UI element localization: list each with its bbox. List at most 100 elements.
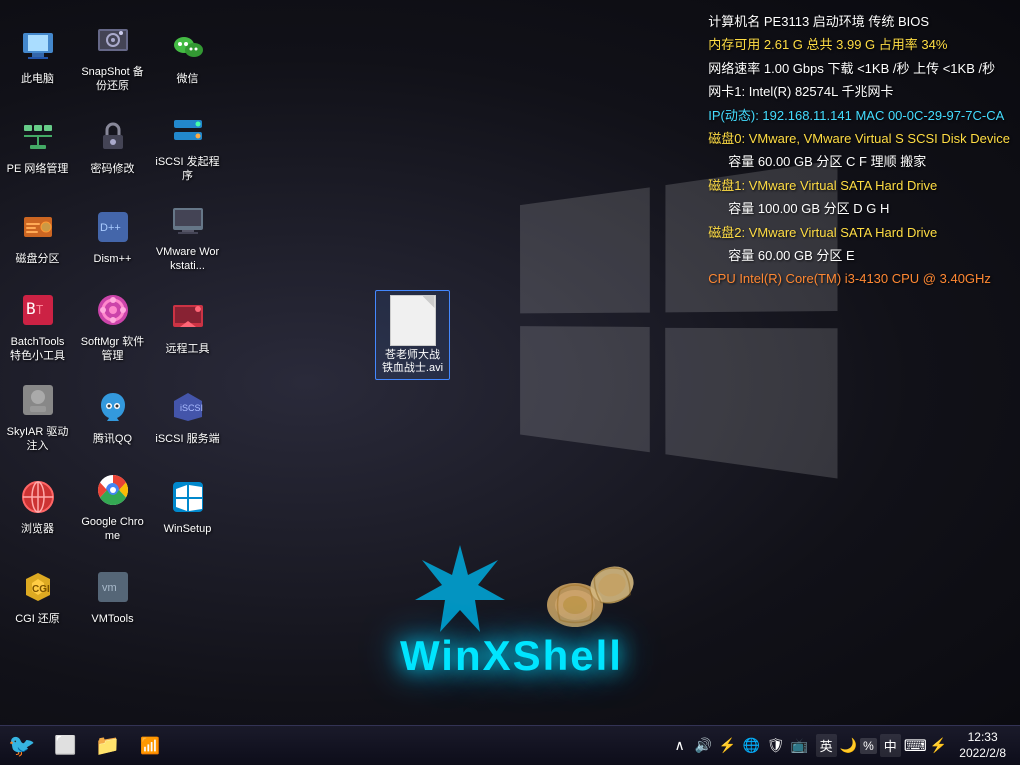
system-clock[interactable]: 12:33 2022/2/8 (953, 730, 1012, 761)
sysinfo-line5: IP(动态): 192.168.11.141 MAC 00-0C-29-97-7… (708, 104, 1010, 127)
winxshell-branding: WinXShell (400, 642, 623, 680)
svg-text:B: B (26, 299, 36, 318)
winsetup-icon-img (165, 474, 211, 520)
sysinfo-line7: 容量 60.00 GB 分区 C F 理顺 搬家 (708, 150, 1010, 173)
svg-text:iSCSI: iSCSI (180, 403, 203, 413)
iscsi-icon-label: iSCSI 发起程序 (154, 156, 221, 182)
desktop-icon-chrome[interactable]: Google Chrome (75, 460, 150, 550)
browser-icon-label: 浏览器 (21, 523, 54, 536)
wechat-icon-img (165, 24, 211, 70)
svg-text:T: T (36, 303, 43, 317)
wechat-icon-label: 微信 (177, 73, 199, 86)
desktop-icons-container: 此电脑 PE 网络管理磁盘分区 BT BatchTools 特色小工具 SkyIAR 驱… (0, 10, 240, 710)
skyiar-icon-label: SkyIAR 驱动注入 (4, 426, 71, 452)
language-bar: 英 🌙 % 中 ⌨ ⚡ (816, 734, 948, 757)
desktop-icon-qq[interactable]: 腾讯QQ (75, 370, 150, 460)
sysinfo-line12: CPU Intel(R) Core(TM) i3-4130 CPU @ 3.40… (708, 267, 1010, 290)
softmgr-icon-img (90, 287, 136, 333)
clock-time: 12:33 (968, 730, 998, 746)
power-icon[interactable]: ⚡ (718, 736, 738, 756)
iscsi2-icon-label: iSCSI 服务端 (155, 433, 219, 446)
sysinfo-line3: 网络速率 1.00 Gbps 下载 <1KB /秒 上传 <1KB /秒 (708, 57, 1010, 80)
desktop-icon-vmware[interactable]: VMware Workstati... (150, 190, 225, 280)
skyiar-icon-img (15, 377, 61, 423)
svg-text:CGI: CGI (32, 584, 50, 595)
starfish-icon (410, 540, 510, 645)
remote-icon-label: 远程工具 (166, 343, 210, 356)
keyboard-icon: ⌨ (904, 736, 927, 756)
diskpart-icon-img (15, 204, 61, 250)
taskbar-network[interactable]: 📶 (130, 726, 170, 765)
desktop-icon-pwdmod[interactable]: 密码修改 (75, 100, 150, 190)
tray-area: ∧ 🔊 ⚡ 🌐 🛡 📺 (670, 736, 810, 756)
lang-cn[interactable]: 中 (880, 734, 901, 757)
system-info-panel: 计算机名 PE3113 启动环境 传统 BIOS 内存可用 2.61 G 总共 … (708, 10, 1010, 291)
winxshell-text: WinXShell (400, 632, 623, 680)
taskbar: 🐦 ⬜ 📁 📶 ∧ 🔊 ⚡ (0, 725, 1020, 765)
winsetup-icon-label: WinSetup (164, 523, 212, 536)
lang-punctuation[interactable]: % (860, 738, 877, 754)
desktop-icon-iscsi[interactable]: iSCSI 发起程序 (150, 100, 225, 190)
sysinfo-line8: 磁盘1: VMware Virtual SATA Hard Drive (708, 174, 1010, 197)
iscsi2-icon-img: iSCSI (165, 384, 211, 430)
vmtools-icon-label: VMTools (91, 613, 133, 626)
sysinfo-line4: 网卡1: Intel(R) 82574L 千兆网卡 (708, 80, 1010, 103)
desktop-icon-snapshot[interactable]: SnapShot 备份还原 (75, 10, 150, 100)
security-icon[interactable]: 🛡 (766, 736, 786, 756)
sysinfo-line2: 内存可用 2.61 G 总共 3.99 G 占用率 34% (708, 33, 1010, 56)
desktop-icon-network[interactable]: PE 网络管理 (0, 100, 75, 190)
desktop-icon-remote[interactable]: 远程工具 (150, 280, 225, 370)
taskbar-angry-birds[interactable]: 🐦 (0, 726, 43, 765)
desktop-icon-vmtools[interactable]: vm VMTools (75, 550, 150, 640)
pwdmod-icon-img (90, 114, 136, 160)
desktop-icon-softmgr[interactable]: SoftMgr 软件管理 (75, 280, 150, 370)
desktop-icon-wechat[interactable]: 微信 (150, 10, 225, 100)
diskpart-icon-label: 磁盘分区 (16, 253, 60, 266)
computer-icon-img (15, 24, 61, 70)
vmtools-icon-img: vm (90, 564, 136, 610)
desktop-icon-cgirestore[interactable]: CGI CGI 还原 (0, 550, 75, 640)
desktop-icon-browser[interactable]: 浏览器 (0, 460, 75, 550)
taskbar-files[interactable]: 📁 (87, 726, 128, 765)
sysinfo-line1: 计算机名 PE3113 启动环境 传统 BIOS (708, 10, 1010, 33)
desktop-icon-diskpart[interactable]: 磁盘分区 (0, 190, 75, 280)
snapshot-icon-img (90, 17, 136, 63)
taskbar-left: 🐦 ⬜ 📁 📶 (0, 726, 170, 765)
volume-icon[interactable]: 🔊 (694, 736, 714, 756)
desktop-icon-iscsi2[interactable]: iSCSI iSCSI 服务端 (150, 370, 225, 460)
clock-date: 2022/2/8 (959, 746, 1006, 762)
taskbar-search[interactable]: ⬜ (45, 726, 85, 765)
desktop: WinXShell 计算机名 PE3113 启动环境 传统 BIOS 内存可用 … (0, 0, 1020, 765)
sysinfo-line9: 容量 100.00 GB 分区 D G H (708, 197, 1010, 220)
chrome-icon-img (90, 467, 136, 513)
desktop-icon-winsetup[interactable]: WinSetup (150, 460, 225, 550)
cgirestore-icon-label: CGI 还原 (15, 613, 60, 626)
cgirestore-icon-img: CGI (15, 564, 61, 610)
avi-file-icon (390, 295, 436, 346)
moon-icon: 🌙 (840, 737, 857, 754)
remote-icon-img (165, 294, 211, 340)
chrome-icon-label: Google Chrome (79, 516, 146, 542)
lang-en[interactable]: 英 (816, 734, 837, 757)
desktop-icon-batchtools[interactable]: BT BatchTools 特色小工具 (0, 280, 75, 370)
sysinfo-line10: 磁盘2: VMware Virtual SATA Hard Drive (708, 221, 1010, 244)
desktop-icon-computer[interactable]: 此电脑 (0, 10, 75, 100)
svg-text:D++: D++ (100, 222, 121, 234)
dismpp-icon-label: Dism++ (94, 253, 132, 266)
desktop-icon-dismpp[interactable]: D++ Dism++ (75, 190, 150, 280)
pwdmod-icon-label: 密码修改 (91, 163, 135, 176)
iscsi-icon-img (165, 107, 211, 153)
display-icon[interactable]: 📺 (790, 736, 810, 756)
desktop-icon-skyiar[interactable]: SkyIAR 驱动注入 (0, 370, 75, 460)
network-tray-icon[interactable]: 🌐 (742, 736, 762, 756)
softmgr-icon-label: SoftMgr 软件管理 (79, 336, 146, 362)
batchtools-icon-label: BatchTools 特色小工具 (4, 336, 71, 362)
desktop-file-avi[interactable]: 苍老师大战铁血战士.avi (375, 290, 450, 380)
batchtools-icon-img: BT (15, 287, 61, 333)
taskbar-right: ∧ 🔊 ⚡ 🌐 🛡 📺 英 🌙 % 中 ⌨ ⚡ (670, 726, 1020, 765)
vmware-icon-label: VMware Workstati... (154, 246, 221, 272)
tray-expand-icon[interactable]: ∧ (670, 736, 690, 756)
snapshot-icon-label: SnapShot 备份还原 (79, 66, 146, 92)
thunder-icon: ⚡ (930, 737, 947, 754)
network-icon-label: PE 网络管理 (7, 163, 69, 176)
